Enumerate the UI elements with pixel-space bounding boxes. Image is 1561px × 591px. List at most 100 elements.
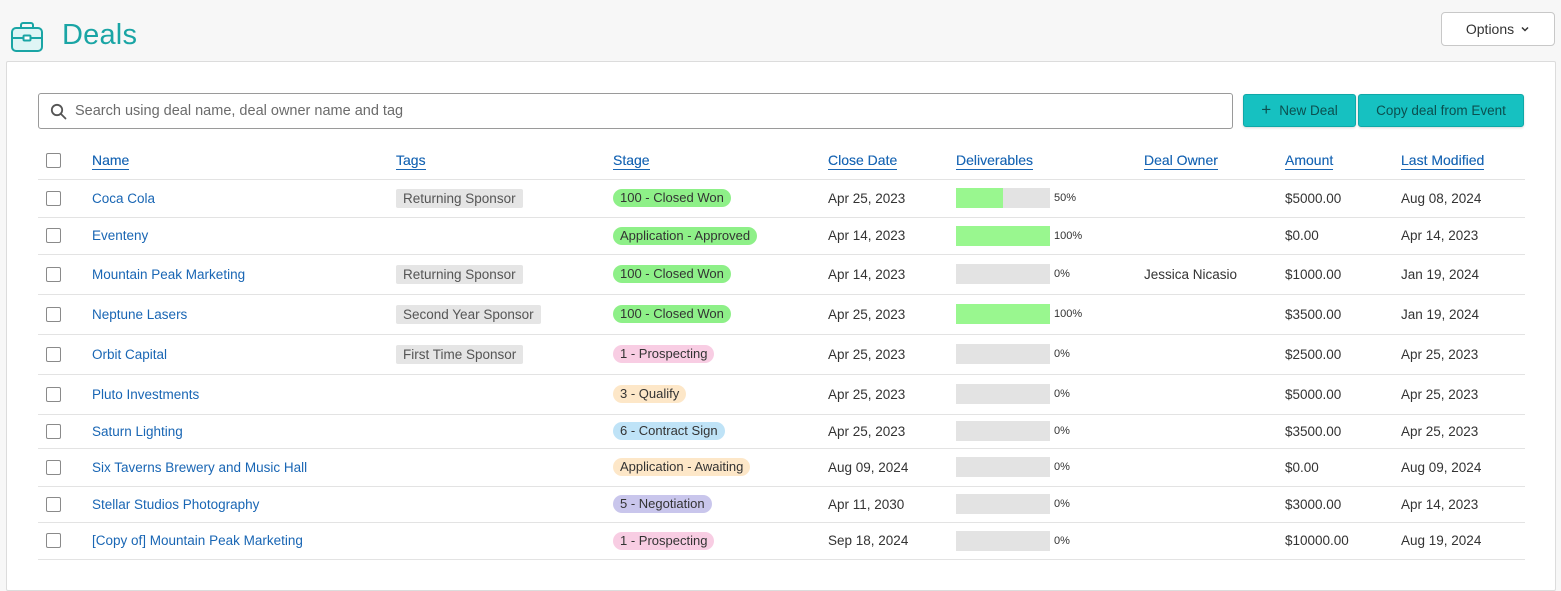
deal-tag: Returning Sponsor (396, 188, 523, 208)
deal-name-link[interactable]: Coca Cola (92, 191, 155, 206)
stage-badge: 100 - Closed Won (613, 305, 731, 323)
table-row[interactable]: Eventeny Application - Approved Apr 14, 20… (38, 217, 1525, 255)
column-header-last-modified[interactable]: Last Modified (1401, 152, 1485, 171)
progress-bar (956, 344, 1050, 364)
last-modified: Apr 14, 2023 (1401, 228, 1479, 243)
column-header-deliverables[interactable]: Deliverables (956, 152, 1034, 171)
deal-name-link[interactable]: Neptune Lasers (92, 307, 187, 322)
row-checkbox[interactable] (46, 423, 61, 439)
search-input[interactable] (73, 94, 1223, 128)
column-header-stage[interactable]: Stage (613, 152, 650, 171)
column-header-close-date[interactable]: Close Date (828, 152, 898, 171)
deal-amount: $3500.00 (1285, 423, 1342, 439)
row-checkbox[interactable] (46, 346, 61, 362)
stage-badge: 1 - Prospecting (613, 531, 715, 550)
stage-badge: 6 - Contract Sign (613, 422, 725, 440)
deal-amount: $3000.00 (1285, 496, 1342, 512)
deal-amount: $10000.00 (1285, 533, 1349, 548)
deal-name-link[interactable]: Saturn Lighting (92, 424, 183, 439)
deal-name-link[interactable]: Six Taverns Brewery and Music Hall (92, 460, 307, 475)
close-date: Apr 11, 2030 (828, 496, 905, 512)
last-modified: Aug 08, 2024 (1401, 190, 1482, 206)
copy-deal-button[interactable]: Copy deal from Event (1358, 94, 1524, 127)
table-row[interactable]: Stellar Studios Photography 5 - Negotiati… (38, 486, 1525, 523)
row-checkbox[interactable] (46, 266, 61, 282)
last-modified: Jan 19, 2024 (1401, 266, 1480, 282)
search-icon (50, 103, 67, 120)
row-checkbox[interactable] (46, 533, 61, 549)
progress-label: 0% (1054, 498, 1070, 510)
progress-label: 100% (1054, 229, 1083, 242)
deal-name-link[interactable]: Orbit Capital (92, 347, 167, 362)
row-checkbox[interactable] (46, 496, 61, 512)
progress-fill (956, 304, 1050, 324)
column-header-name[interactable]: Name (92, 152, 130, 171)
progress-bar (956, 494, 1050, 514)
plus-icon: + (1261, 100, 1272, 119)
table-row[interactable]: Saturn Lighting 6 - Contract Sign Apr 25, … (38, 414, 1525, 449)
progress-label: 0% (1054, 461, 1070, 473)
last-modified: Apr 25, 2023 (1401, 423, 1479, 439)
table-header-row: Name Tags Stage Close Date Deliverables … (38, 142, 1525, 180)
deal-name-link[interactable]: Eventeny (92, 228, 148, 243)
table-row[interactable]: Orbit Capital First Time Sponsor 1 - Prosp… (38, 334, 1525, 375)
table-row[interactable]: Coca Cola Returning Sponsor 100 - Closed W… (38, 179, 1525, 218)
progress-bar (956, 264, 1050, 284)
progress-bar (956, 304, 1050, 324)
briefcase-icon (11, 22, 43, 52)
progress-fill (956, 225, 1050, 246)
stage-badge: Application - Awaiting (613, 458, 751, 476)
progress-bar (956, 421, 1050, 441)
close-date: Sep 18, 2024 (828, 533, 909, 548)
deliverables-progress: 50% (956, 188, 1144, 208)
progress-bar (956, 188, 1050, 208)
deliverables-progress: 0% (956, 344, 1144, 364)
deal-name-link[interactable]: Mountain Peak Marketing (92, 267, 245, 282)
table-row[interactable]: Pluto Investments 3 - Qualify Apr 25, 2023… (38, 374, 1525, 415)
column-header-tags[interactable]: Tags (396, 152, 426, 171)
deliverables-progress: 100% (956, 225, 1144, 246)
deliverables-progress: 0% (956, 494, 1144, 514)
close-date: Apr 25, 2023 (828, 423, 906, 439)
row-checkbox[interactable] (46, 228, 61, 244)
chevron-down-icon (1521, 26, 1529, 32)
deal-amount: $5000.00 (1285, 386, 1342, 402)
progress-label: 0% (1054, 425, 1070, 437)
stage-badge: 100 - Closed Won (613, 265, 731, 283)
deals-table: Name Tags Stage Close Date Deliverables … (38, 142, 1525, 560)
stage-badge: 100 - Closed Won (613, 189, 731, 207)
deal-amount: $0.00 (1285, 459, 1319, 475)
progress-label: 0% (1054, 348, 1070, 360)
close-date: Aug 09, 2024 (828, 459, 909, 475)
deal-name-link[interactable]: Pluto Investments (92, 387, 199, 402)
new-deal-button[interactable]: + New Deal (1243, 94, 1356, 127)
close-date: Apr 25, 2023 (828, 190, 906, 206)
table-row[interactable]: Six Taverns Brewery and Music Hall Applic… (38, 448, 1525, 487)
row-checkbox[interactable] (46, 306, 61, 322)
deal-name-link[interactable]: Stellar Studios Photography (92, 497, 259, 512)
table-row[interactable]: Neptune Lasers Second Year Sponsor 100 - C… (38, 294, 1525, 335)
page-header: Deals Options (0, 0, 1561, 62)
new-deal-label: New Deal (1279, 103, 1338, 118)
close-date: Apr 14, 2023 (828, 228, 906, 243)
progress-fill (956, 188, 1003, 208)
search-box[interactable] (38, 93, 1233, 129)
column-header-amount[interactable]: Amount (1285, 152, 1334, 171)
progress-label: 0% (1054, 534, 1070, 547)
close-date: Apr 25, 2023 (828, 346, 906, 362)
table-row[interactable]: Mountain Peak Marketing Returning Sponsor… (38, 254, 1525, 295)
options-button[interactable]: Options (1441, 12, 1555, 46)
stage-badge: 5 - Negotiation (613, 495, 712, 513)
progress-label: 50% (1054, 192, 1077, 204)
table-row[interactable]: [Copy of] Mountain Peak Marketing 1 - Pro… (38, 522, 1525, 560)
stage-badge: 3 - Qualify (613, 385, 687, 403)
row-checkbox[interactable] (46, 459, 61, 475)
last-modified: Apr 25, 2023 (1401, 346, 1479, 362)
select-all-checkbox[interactable] (46, 153, 61, 169)
deal-name-link[interactable]: [Copy of] Mountain Peak Marketing (92, 533, 303, 548)
column-header-deal-owner[interactable]: Deal Owner (1144, 152, 1218, 171)
stage-badge: Application - Approved (613, 226, 758, 245)
deal-amount: $1000.00 (1285, 266, 1342, 282)
row-checkbox[interactable] (46, 190, 61, 206)
row-checkbox[interactable] (46, 386, 61, 402)
